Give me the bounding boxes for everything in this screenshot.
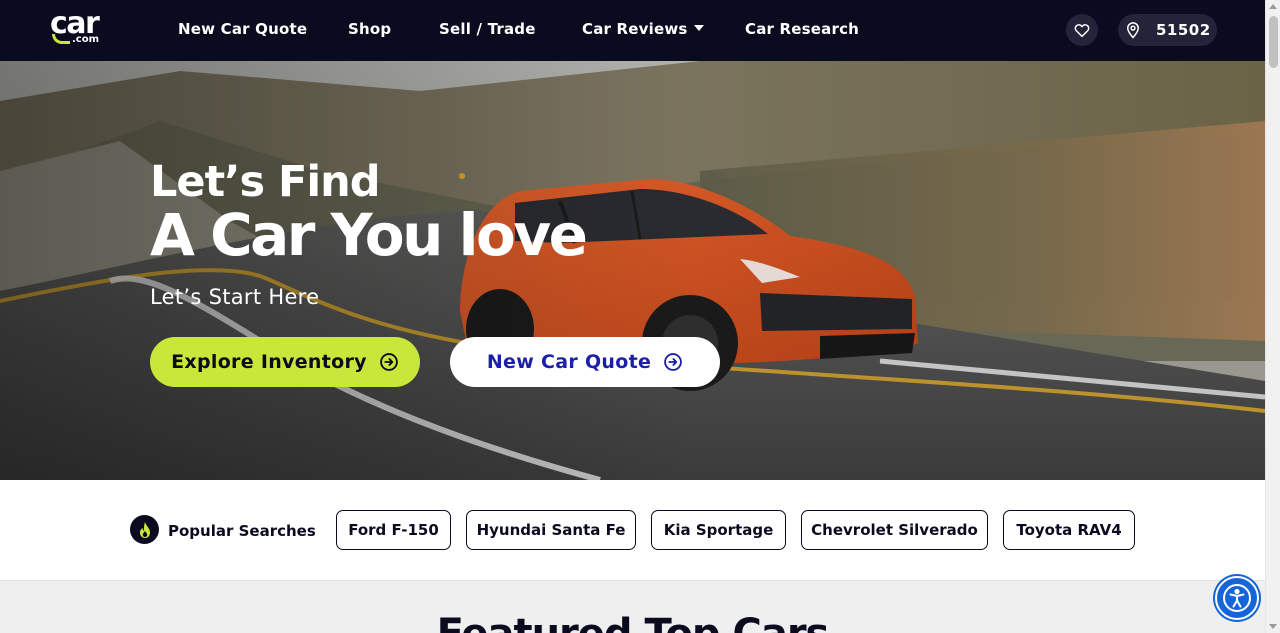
nav-car-reviews[interactable]: Car Reviews — [582, 20, 704, 38]
new-car-quote-button[interactable]: New Car Quote — [450, 337, 720, 387]
hero-shade — [0, 61, 700, 480]
chip-ford-f150[interactable]: Ford F-150 — [336, 510, 451, 550]
nav-car-research[interactable]: Car Research — [745, 20, 859, 38]
explore-inventory-button[interactable]: Explore Inventory — [150, 337, 420, 387]
accessibility-button[interactable] — [1215, 576, 1259, 620]
popular-searches: Popular Searches Ford F-150 Hyundai Sant… — [0, 480, 1265, 581]
zip-code: 51502 — [1156, 21, 1211, 39]
hero-banner: Let’s Find A Car You love Let’s Start He… — [0, 61, 1265, 480]
map-pin-icon — [1126, 22, 1140, 39]
hero-heading-line1: Let’s Find — [150, 157, 381, 207]
carcom-logo[interactable]: car .com — [50, 6, 116, 46]
accessibility-icon — [1223, 584, 1251, 612]
chip-toyota-rav4[interactable]: Toyota RAV4 — [1003, 510, 1135, 550]
featured-section: Featured Top Cars — [0, 581, 1265, 633]
arrow-circle-right-icon — [379, 353, 398, 371]
scrollbar-thumb[interactable] — [1269, 16, 1278, 68]
fire-badge — [130, 515, 159, 544]
nav-new-car-quote[interactable]: New Car Quote — [178, 20, 307, 38]
arrow-circle-right-icon — [664, 353, 682, 371]
nav-shop[interactable]: Shop — [348, 20, 391, 38]
scroll-down-arrow-icon[interactable] — [1269, 624, 1277, 629]
caret-down-icon — [693, 25, 704, 31]
nav-sell-trade[interactable]: Sell / Trade — [439, 20, 536, 38]
location-zip-button[interactable]: 51502 — [1118, 14, 1217, 46]
hero-subtitle: Let’s Start Here — [150, 285, 320, 309]
site-header: car .com New Car Quote Shop Sell / Trade… — [0, 0, 1265, 61]
favorites-button[interactable] — [1066, 14, 1098, 46]
heart-icon — [1074, 24, 1090, 38]
page-scrollbar[interactable] — [1265, 0, 1280, 633]
logo-suffix: .com — [72, 34, 100, 45]
new-car-quote-label: New Car Quote — [486, 351, 652, 373]
chip-kia-sportage[interactable]: Kia Sportage — [651, 510, 786, 550]
nav-car-reviews-label: Car Reviews — [582, 20, 688, 38]
explore-inventory-label: Explore Inventory — [171, 351, 367, 373]
hero-heading-line2: A Car You love — [150, 201, 588, 269]
featured-title: Featured Top Cars — [0, 611, 1265, 633]
chip-hyundai-santa-fe[interactable]: Hyundai Santa Fe — [466, 510, 636, 550]
logo-swoosh — [52, 34, 70, 44]
scroll-up-arrow-icon[interactable] — [1269, 4, 1277, 9]
fire-icon — [139, 521, 150, 538]
chip-chevrolet-silverado[interactable]: Chevrolet Silverado — [801, 510, 988, 550]
popular-searches-label: Popular Searches — [168, 522, 316, 540]
